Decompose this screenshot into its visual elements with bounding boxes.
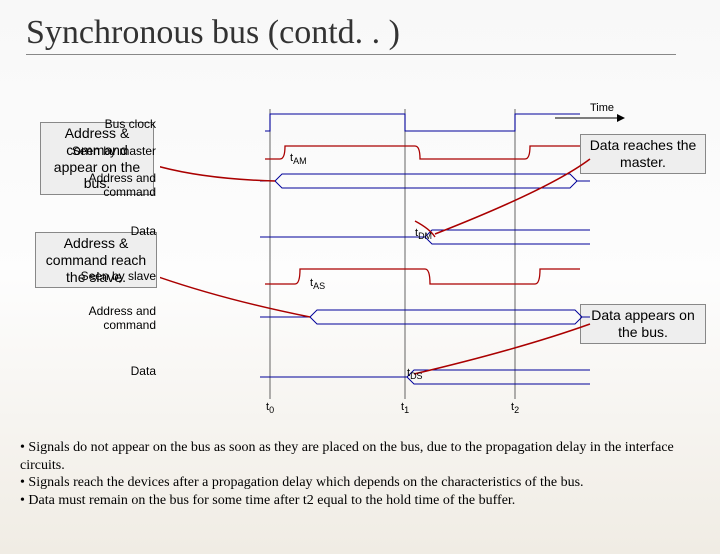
label-t1: t1 — [401, 401, 409, 415]
row-label-data-m: Data — [36, 224, 160, 238]
timing-diagram: Bus clock Seen by master Address and com… — [160, 109, 600, 419]
row-label-addr-cmd-s: Address and command — [36, 304, 160, 332]
bullet-3: • Data must remain on the bus for some t… — [20, 492, 700, 510]
label-tAM: tAM — [290, 152, 307, 166]
row-label-seen-slave: Seen by slave — [36, 269, 160, 283]
label-t0: t0 — [266, 401, 274, 415]
timing-svg — [160, 109, 600, 419]
bullet-2: • Signals reach the devices after a prop… — [20, 474, 700, 492]
row-label-addr-cmd-m: Address and command — [36, 171, 160, 199]
label-t2: t2 — [511, 401, 519, 415]
label-tDM: tDM — [415, 227, 432, 241]
label-tDS: tDS — [407, 367, 423, 381]
page-title: Synchronous bus (contd. . ) — [26, 14, 676, 55]
label-tAS: tAS — [310, 277, 325, 291]
bullet-list: • Signals do not appear on the bus as so… — [20, 439, 700, 509]
row-label-data-s: Data — [36, 364, 160, 378]
bullet-1: • Signals do not appear on the bus as so… — [20, 439, 700, 474]
row-label-seen-master: Seen by master — [36, 144, 160, 158]
row-label-bus-clock: Bus clock — [36, 117, 160, 131]
